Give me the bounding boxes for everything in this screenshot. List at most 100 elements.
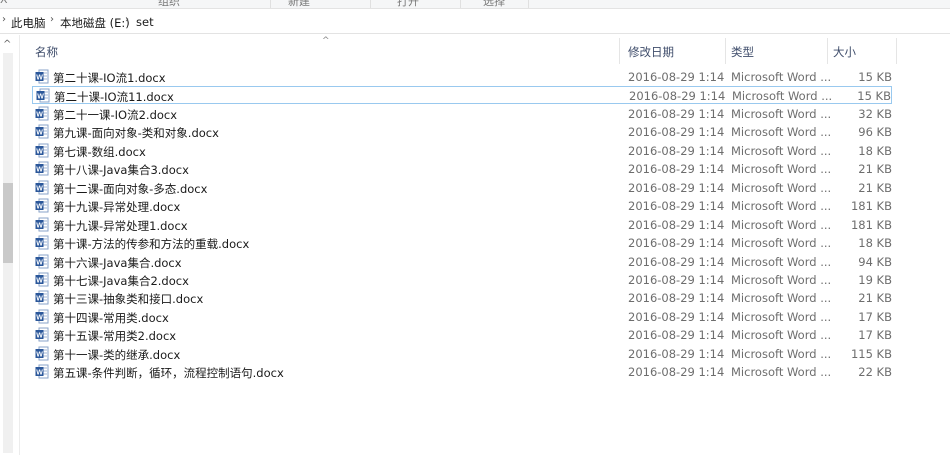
file-name: 第十四课-常用类.docx bbox=[53, 310, 169, 325]
file-type: Microsoft Word ... bbox=[731, 125, 832, 140]
column-header-name[interactable]: 名称 bbox=[20, 38, 620, 64]
word-document-icon: W bbox=[36, 88, 50, 103]
file-size: 181 KB bbox=[850, 217, 892, 232]
address-bar[interactable]: › 此电脑 › 本地磁盘 (E:) › set bbox=[0, 10, 950, 34]
file-type: Microsoft Word ... bbox=[731, 143, 832, 158]
column-header-size[interactable]: 大小 bbox=[828, 38, 897, 64]
word-document-icon: W bbox=[35, 235, 49, 250]
file-row[interactable]: W 第十九课-异常处理1.docx 2016-08-29 1:14 Microsoft… bbox=[32, 216, 892, 234]
file-modified-date: 2016-08-29 1:14 bbox=[628, 180, 725, 195]
file-size: 15 KB bbox=[858, 70, 892, 84]
file-modified-date: 2016-08-29 1:14 bbox=[628, 272, 725, 287]
file-row[interactable]: W 第十课-方法的传参和方法的重载.docx 2016-08-29 1:14 Micr… bbox=[32, 234, 892, 252]
file-size: 17 KB bbox=[858, 328, 892, 343]
file-row[interactable]: W 第十七课-Java集合2.docx 2016-08-29 1:14 Microso… bbox=[32, 271, 892, 289]
word-document-icon: W bbox=[35, 272, 49, 287]
file-row[interactable]: W 第七课-数组.docx 2016-08-29 1:14 Microsoft Wor… bbox=[32, 142, 892, 160]
file-row[interactable]: W 第十三课-抽象类和接口.docx 2016-08-29 1:14 Microsof… bbox=[32, 289, 892, 307]
column-header-date-label: 修改日期 bbox=[628, 45, 674, 59]
file-row[interactable]: W 第二十课-IO流1.docx 2016-08-29 1:14 Microsoft … bbox=[32, 68, 892, 86]
word-document-icon: W bbox=[35, 161, 49, 176]
file-type: Microsoft Word ... bbox=[731, 199, 832, 214]
column-header-type-label: 类型 bbox=[731, 45, 754, 59]
breadcrumb-this-pc[interactable]: 此电脑 bbox=[11, 15, 46, 31]
file-type: Microsoft Word ... bbox=[731, 328, 832, 343]
file-row[interactable]: W 第十二课-面向对象-多态.docx 2016-08-29 1:14 Microso… bbox=[32, 179, 892, 197]
ribbon-group-new[interactable]: 新建 bbox=[288, 0, 310, 8]
file-row[interactable]: W 第十九课-异常处理.docx 2016-08-29 1:14 Microsoft … bbox=[32, 197, 892, 215]
svg-text:W: W bbox=[36, 75, 43, 82]
file-type: Microsoft Word ... bbox=[731, 106, 832, 121]
column-header-row: 名称 修改日期 类型 大小 bbox=[20, 38, 920, 64]
svg-text:W: W bbox=[36, 185, 43, 192]
file-size: 94 KB bbox=[858, 254, 892, 269]
file-type: Microsoft Word ... bbox=[731, 236, 832, 251]
svg-text:W: W bbox=[36, 241, 43, 248]
file-modified-date: 2016-08-29 1:14 bbox=[628, 70, 725, 84]
svg-text:W: W bbox=[36, 277, 43, 284]
breadcrumb-local-disk[interactable]: 本地磁盘 (E:) bbox=[60, 15, 130, 31]
file-name: 第七课-数组.docx bbox=[53, 144, 146, 159]
column-header-date[interactable]: 修改日期 bbox=[620, 38, 726, 64]
file-type: Microsoft Word ... bbox=[731, 272, 832, 287]
file-row[interactable]: W 第二十一课-IO流2.docx 2016-08-29 1:14 Microsoft… bbox=[32, 105, 892, 123]
word-document-icon: W bbox=[35, 180, 49, 195]
column-header-size-label: 大小 bbox=[833, 45, 856, 59]
ribbon-group-organize[interactable]: 组织 bbox=[158, 0, 180, 8]
svg-text:W: W bbox=[36, 130, 43, 137]
file-type: Microsoft Word ... bbox=[731, 217, 832, 232]
breadcrumb-set[interactable]: set bbox=[136, 15, 154, 29]
file-size: 18 KB bbox=[858, 143, 892, 158]
file-name: 第十六课-Java集合.docx bbox=[53, 255, 182, 270]
file-modified-date: 2016-08-29 1:14 bbox=[628, 199, 725, 214]
file-row[interactable]: W 第十五课-常用类2.docx 2016-08-29 1:14 Microsoft … bbox=[32, 326, 892, 344]
ribbon-group-select[interactable]: 选择 bbox=[483, 0, 505, 8]
ribbon-tab-partial[interactable]: X bbox=[0, 0, 8, 6]
file-name: 第十七课-Java集合2.docx bbox=[53, 273, 189, 288]
word-document-icon: W bbox=[35, 198, 49, 213]
file-size: 18 KB bbox=[858, 236, 892, 251]
file-name: 第九课-面向对象-类和对象.docx bbox=[53, 126, 219, 141]
chevron-right-icon[interactable]: › bbox=[50, 14, 54, 25]
file-size: 19 KB bbox=[858, 272, 892, 287]
file-row[interactable]: W 第十六课-Java集合.docx 2016-08-29 1:14 Microsof… bbox=[32, 253, 892, 271]
scroll-up-icon[interactable]: ^ bbox=[3, 39, 11, 50]
svg-text:W: W bbox=[36, 351, 43, 358]
file-row[interactable]: W 第十四课-常用类.docx 2016-08-29 1:14 Microsoft W… bbox=[32, 308, 892, 326]
file-modified-date: 2016-08-29 1:14 bbox=[628, 365, 725, 380]
word-document-icon: W bbox=[35, 143, 49, 158]
file-name: 第十八课-Java集合3.docx bbox=[53, 163, 189, 178]
ribbon-group-open[interactable]: 打开 bbox=[397, 0, 419, 8]
file-modified-date: 2016-08-29 1:14 bbox=[628, 125, 725, 140]
file-size: 181 KB bbox=[850, 199, 892, 214]
word-document-icon: W bbox=[35, 106, 49, 121]
navigation-pane: ^ bbox=[0, 35, 18, 455]
file-size: 32 KB bbox=[858, 106, 892, 121]
file-row[interactable]: W 第十八课-Java集合3.docx 2016-08-29 1:14 Microso… bbox=[32, 160, 892, 178]
file-type: Microsoft Word ... bbox=[731, 309, 832, 324]
file-modified-date: 2016-08-29 1:14 bbox=[628, 162, 725, 177]
file-row[interactable]: W 第五课-条件判断，循环，流程控制语句.docx 2016-08-29 1:14 M… bbox=[32, 363, 892, 381]
file-name: 第十九课-异常处理1.docx bbox=[53, 218, 188, 233]
file-name: 第十三课-抽象类和接口.docx bbox=[53, 292, 204, 307]
file-type: Microsoft Word ... bbox=[731, 291, 832, 306]
file-size: 17 KB bbox=[858, 309, 892, 324]
column-header-type[interactable]: 类型 bbox=[726, 38, 828, 64]
file-size: 15 KB bbox=[857, 89, 891, 104]
file-modified-date: 2016-08-29 1:14 bbox=[628, 328, 725, 343]
svg-text:W: W bbox=[36, 333, 43, 340]
svg-text:W: W bbox=[36, 259, 43, 266]
svg-text:W: W bbox=[36, 222, 43, 229]
file-row[interactable]: W 第二十课-IO流11.docx 2016-08-29 1:14 Microsoft… bbox=[32, 86, 892, 105]
chevron-right-icon[interactable]: › bbox=[125, 14, 129, 25]
word-document-icon: W bbox=[35, 290, 49, 305]
file-row[interactable]: W 第九课-面向对象-类和对象.docx 2016-08-29 1:14 Micros… bbox=[32, 123, 892, 141]
nav-scrollbar-thumb[interactable] bbox=[3, 183, 13, 263]
pane-divider[interactable] bbox=[19, 35, 20, 455]
file-type: Microsoft Word ... bbox=[731, 162, 832, 177]
file-type: Microsoft Word ... bbox=[731, 365, 832, 380]
svg-text:W: W bbox=[36, 148, 43, 155]
chevron-right-icon[interactable]: › bbox=[2, 14, 6, 25]
file-row[interactable]: W 第十一课-类的继承.docx 2016-08-29 1:14 Microsoft … bbox=[32, 345, 892, 363]
svg-text:W: W bbox=[36, 370, 43, 377]
